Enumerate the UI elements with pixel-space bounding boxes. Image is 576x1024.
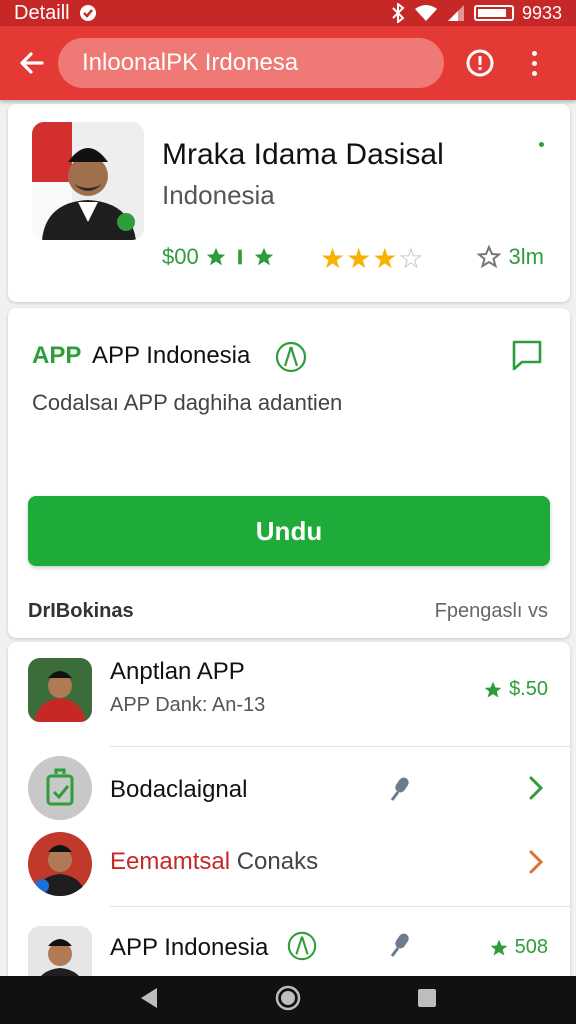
list-item-title: APP Indonesia xyxy=(110,934,269,961)
star-icon xyxy=(237,249,242,265)
info-icon xyxy=(466,49,494,77)
person-portrait-icon xyxy=(28,832,92,896)
list-item-title-highlight: Eemamtsal xyxy=(110,848,231,875)
status-left-text: Detaill xyxy=(14,1,70,24)
star-empty-icon: ☆ xyxy=(398,243,425,274)
back-button[interactable] xyxy=(14,45,50,81)
arrow-left-icon xyxy=(20,52,44,74)
star-icon xyxy=(206,247,225,266)
list-item-rating: 508 xyxy=(489,936,548,959)
brand-tag: APP xyxy=(32,342,82,369)
status-time: 9933 xyxy=(521,2,562,23)
wifi-icon xyxy=(414,5,437,21)
size-stat: 3lm xyxy=(476,244,544,270)
star-icon xyxy=(254,247,273,266)
price-text: $00 xyxy=(162,244,199,269)
section-link[interactable]: Fpengaslı vs xyxy=(435,600,548,623)
info-button[interactable] xyxy=(462,45,498,81)
list-avatar xyxy=(28,832,92,896)
triangle-back-icon xyxy=(140,987,157,1008)
app-bar: InloonalPK Irdonesa xyxy=(0,26,576,100)
list-item-value: $.50 xyxy=(509,678,548,700)
comment-icon xyxy=(512,340,542,371)
star-icon xyxy=(490,939,507,955)
list-item-subtitle: APP Dank: An-13 xyxy=(110,694,266,716)
chevron-right-icon[interactable] xyxy=(526,848,546,881)
microphone-icon xyxy=(384,774,416,811)
bluetooth-icon xyxy=(392,3,405,23)
star-icon xyxy=(484,681,502,697)
compass-icon xyxy=(274,340,308,379)
nav-home-button[interactable] xyxy=(274,984,302,1017)
list-item[interactable]: Eemamtsal Conaks xyxy=(8,828,570,904)
price-stat: $00 xyxy=(162,244,275,270)
related-list: Anptlan APP APP Dank: An-13 $.50 Bodacla… xyxy=(8,642,570,990)
person-portrait-icon xyxy=(32,122,144,240)
star-full-icon: ★ xyxy=(320,243,347,274)
chevron-right-icon[interactable] xyxy=(526,774,546,807)
list-avatar xyxy=(28,658,92,722)
list-item[interactable]: Bodaclaignal xyxy=(8,746,570,828)
compass-icon xyxy=(286,930,318,967)
star-full-icon: ★ xyxy=(346,243,373,274)
list-item-rating: $.50 xyxy=(483,678,548,701)
list-item-title: Bodaclaignal xyxy=(110,776,248,803)
header-menu-dot[interactable] xyxy=(539,142,544,147)
star-outline-icon xyxy=(476,245,501,269)
list-item[interactable]: APP Indonesia 508 xyxy=(8,906,570,990)
battery-icon xyxy=(473,5,514,21)
nav-back-button[interactable] xyxy=(137,986,161,1015)
square-recents-icon xyxy=(418,988,437,1007)
app-country: Indonesia xyxy=(162,180,275,210)
microphone-icon xyxy=(384,930,416,967)
notification-icon xyxy=(79,5,96,21)
more-dot xyxy=(531,60,537,66)
system-nav-bar xyxy=(0,976,576,1024)
more-dot xyxy=(531,50,537,56)
circle-home-icon xyxy=(275,985,301,1010)
install-description: Codalsaı APP daghiha adantien xyxy=(32,390,343,415)
status-bar: Detaill 9933 xyxy=(0,0,576,26)
rating-stars: ★★★☆ xyxy=(320,242,424,275)
list-item-title: Eemamtsal Conaks xyxy=(110,848,318,876)
star-full-icon: ★ xyxy=(372,243,399,274)
list-item-title: Anptlan APP xyxy=(110,658,245,685)
comment-button[interactable] xyxy=(510,338,544,377)
list-item[interactable]: Anptlan APP APP Dank: An-13 $.50 xyxy=(8,642,570,746)
app-avatar[interactable] xyxy=(32,122,144,240)
search-field[interactable]: InloonalPK Irdonesa xyxy=(58,38,444,88)
list-avatar xyxy=(28,756,92,820)
app-title: Mraka Idama Dasisal xyxy=(162,138,444,171)
list-item-value: 508 xyxy=(514,936,548,958)
more-dot xyxy=(531,70,537,76)
list-item-title-rest: Conaks xyxy=(236,848,319,875)
signal-icon xyxy=(447,5,464,21)
section-label: DrIBokinas xyxy=(28,600,134,622)
nav-recents-button[interactable] xyxy=(415,986,439,1015)
download-button[interactable]: Undu xyxy=(28,496,550,566)
size-text: 3lm xyxy=(508,244,544,269)
more-options-button[interactable] xyxy=(526,45,542,81)
status-left: Detaill xyxy=(14,2,98,25)
app-header-card: Mraka Idama Dasisal Indonesia $00 ★★★☆ 3… xyxy=(8,104,570,302)
install-card: APP APP Indonesia Codalsaı APP daghiha a… xyxy=(8,308,570,638)
clipboard-icon xyxy=(46,768,74,806)
status-right: 9933 xyxy=(390,3,562,24)
person-portrait-icon xyxy=(28,658,92,722)
install-title: APP Indonesia xyxy=(92,342,251,369)
